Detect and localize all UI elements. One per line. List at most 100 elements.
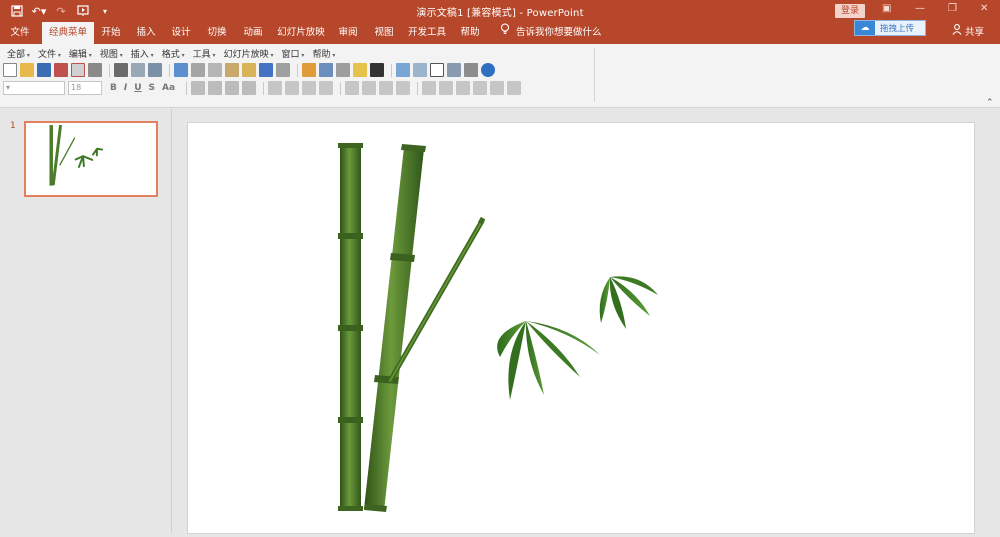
menu-all[interactable]: 全部	[3, 47, 34, 60]
format-painter-icon[interactable]	[242, 63, 256, 77]
decrease-font-icon[interactable]	[379, 81, 394, 95]
bold-icon[interactable]: B	[110, 83, 117, 93]
italic-icon[interactable]: I	[124, 83, 127, 93]
bamboo-stalk-right[interactable]	[364, 144, 426, 512]
tab-slideshow[interactable]: 幻灯片放映	[276, 22, 326, 44]
lightbulb-icon	[500, 22, 510, 44]
menu-format[interactable]: 格式	[158, 47, 189, 60]
bamboo-stalk-left[interactable]	[338, 143, 363, 511]
tab-animations[interactable]: 动画	[238, 22, 268, 44]
menu-edit[interactable]: 编辑	[65, 47, 96, 60]
new-slide-icon[interactable]	[396, 63, 410, 77]
insert-picture-icon[interactable]	[353, 63, 367, 77]
ribbon-display-options-icon[interactable]: ▣	[882, 3, 891, 14]
slide-layout-icon[interactable]	[413, 63, 427, 77]
redo-toolbar-icon[interactable]	[276, 63, 290, 77]
tab-home[interactable]: 开始	[96, 22, 126, 44]
tab-file[interactable]: 文件	[2, 22, 38, 44]
shape-fill-icon[interactable]	[473, 81, 488, 95]
print-preview-icon[interactable]	[131, 63, 145, 77]
zoom-icon[interactable]	[464, 63, 478, 77]
bamboo-leaf-cluster-left[interactable]	[497, 321, 600, 400]
align-center-icon[interactable]	[208, 81, 223, 95]
shape-outline-icon[interactable]	[490, 81, 505, 95]
clear-format-icon[interactable]	[396, 81, 411, 95]
menu-window[interactable]: 窗口	[278, 47, 309, 60]
slide-thumbnail-pane: 1	[0, 109, 172, 533]
justify-icon[interactable]	[242, 81, 257, 95]
menu-insert[interactable]: 插入	[127, 47, 158, 60]
drag-upload-button[interactable]: ☁ 拖拽上传	[854, 20, 926, 36]
cut-icon[interactable]	[191, 63, 205, 77]
slide-thumbnail[interactable]	[24, 121, 158, 197]
toolbar-divider	[263, 81, 265, 95]
collapse-ribbon-icon[interactable]: ⌃	[986, 98, 994, 108]
tab-view[interactable]: 视图	[369, 22, 399, 44]
shapes-icon[interactable]	[447, 63, 461, 77]
slide-size-icon[interactable]	[148, 63, 162, 77]
toolbar-divider	[391, 63, 392, 77]
insert-chart-icon[interactable]	[302, 63, 316, 77]
login-button[interactable]: 登录	[835, 4, 865, 18]
change-case-icon[interactable]: Aa	[162, 83, 175, 93]
tab-developer[interactable]: 开发工具	[405, 22, 449, 44]
title-bar: ↶▾ ↷ ▾ 演示文稿1 [兼容模式] - PowerPoint 登录 ▣ — …	[0, 0, 1000, 22]
tab-review[interactable]: 审阅	[333, 22, 363, 44]
save-file-icon[interactable]	[37, 63, 51, 77]
print-icon[interactable]	[114, 63, 128, 77]
cloud-upload-icon: ☁	[855, 21, 875, 35]
spelling-icon[interactable]	[174, 63, 188, 77]
copy-icon[interactable]	[208, 63, 222, 77]
font-color-icon[interactable]	[345, 81, 360, 95]
strikethrough-icon[interactable]: S	[149, 83, 155, 93]
tab-help[interactable]: 帮助	[455, 22, 485, 44]
undo-toolbar-icon[interactable]	[259, 63, 273, 77]
shape-effects-icon[interactable]	[507, 81, 522, 95]
font-name-select[interactable]: ▾	[3, 81, 65, 95]
restore-icon[interactable]: ❐	[948, 3, 957, 14]
close-icon[interactable]: ✕	[980, 3, 988, 14]
help-icon[interactable]	[481, 63, 495, 77]
toolbar-divider	[186, 81, 188, 95]
numbering-icon[interactable]	[319, 81, 334, 95]
tab-design[interactable]: 设计	[166, 22, 196, 44]
quick-styles-icon[interactable]	[439, 81, 454, 95]
menu-tools[interactable]: 工具	[189, 47, 220, 60]
line-style-icon[interactable]	[370, 63, 384, 77]
text-box-icon[interactable]	[430, 63, 444, 77]
font-size-select[interactable]: 18	[68, 81, 102, 95]
toolbar-divider	[169, 63, 170, 77]
toolbar-divider	[340, 81, 342, 95]
tab-classic-menu[interactable]: 经典菜单	[42, 22, 94, 44]
new-file-icon[interactable]	[3, 63, 17, 77]
insert-object-icon[interactable]	[336, 63, 350, 77]
menu-file[interactable]: 文件	[34, 47, 65, 60]
paste-icon[interactable]	[225, 63, 239, 77]
bamboo-leaf-cluster-right[interactable]	[599, 276, 658, 329]
menu-view[interactable]: 视图	[96, 47, 127, 60]
align-left-icon[interactable]	[191, 81, 206, 95]
open-folder-icon[interactable]	[20, 63, 34, 77]
tell-me-box[interactable]: 告诉我你想要做什么	[500, 22, 602, 44]
slide-editor	[173, 109, 1000, 533]
bullets-icon[interactable]	[302, 81, 317, 95]
align-right-icon[interactable]	[225, 81, 240, 95]
minimize-icon[interactable]: —	[915, 3, 925, 14]
menu-slideshow[interactable]: 幻灯片放映	[220, 47, 278, 60]
share-button[interactable]: 共享	[952, 22, 984, 44]
menu-help[interactable]: 帮助	[308, 47, 339, 60]
standard-toolbar	[3, 62, 498, 78]
underline-icon[interactable]: U	[134, 83, 141, 93]
tab-transitions[interactable]: 切换	[202, 22, 232, 44]
properties-icon[interactable]	[88, 63, 102, 77]
columns-icon[interactable]	[285, 81, 300, 95]
save-pdf-icon[interactable]	[54, 63, 68, 77]
increase-font-icon[interactable]	[362, 81, 377, 95]
insert-table-icon[interactable]	[319, 63, 333, 77]
group-icon[interactable]	[456, 81, 471, 95]
align-text-icon[interactable]	[268, 81, 283, 95]
close-file-icon[interactable]	[71, 63, 85, 77]
tab-insert[interactable]: 插入	[131, 22, 161, 44]
slide-canvas[interactable]	[188, 123, 974, 533]
arrange-icon[interactable]	[422, 81, 437, 95]
